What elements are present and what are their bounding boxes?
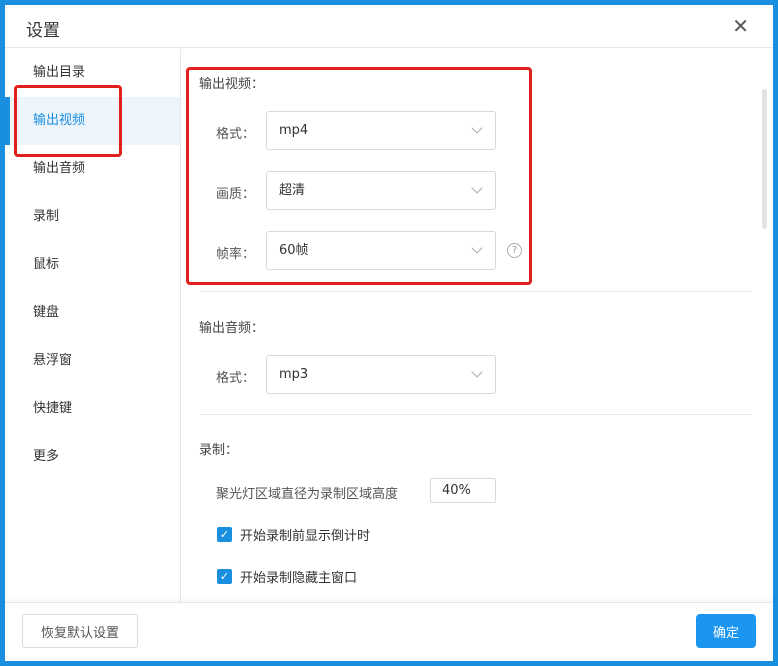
chevron-down-icon (471, 366, 483, 378)
sidebar-item-floating-window[interactable]: 悬浮窗 (5, 337, 180, 385)
reset-defaults-button[interactable]: 恢复默认设置 (22, 614, 138, 648)
sidebar-item-record[interactable]: 录制 (5, 193, 180, 241)
video-heading: 输出视频： (199, 77, 265, 92)
audio-format-select[interactable]: mp3 (266, 355, 496, 394)
scrollbar[interactable] (762, 89, 767, 229)
sidebar-item-output-dir[interactable]: 输出目录 (5, 49, 180, 97)
hide-window-checkbox[interactable]: ✓ (217, 569, 232, 584)
audio-heading: 输出音频： (199, 321, 265, 336)
video-fps-value: 60帧 (279, 243, 309, 258)
video-quality-value: 超清 (279, 183, 306, 198)
hide-window-label: 开始录制隐藏主窗口 (240, 571, 358, 586)
close-icon[interactable]: ✕ (732, 14, 749, 38)
countdown-checkbox[interactable]: ✓ (217, 527, 232, 542)
video-format-value: mp4 (279, 123, 309, 138)
dialog-title: 设置 (26, 21, 60, 41)
audio-format-label: 格式： (216, 371, 256, 386)
countdown-label: 开始录制前显示倒计时 (240, 529, 371, 544)
title-bar: 设置 ✕ (5, 5, 773, 48)
sidebar-item-output-audio[interactable]: 输出音频 (5, 145, 180, 193)
video-fps-select[interactable]: 60帧 (266, 231, 496, 270)
video-format-label: 格式： (216, 127, 256, 142)
sidebar: 输出目录 输出视频 输出音频 录制 鼠标 键盘 悬浮窗 快捷键 更多 (5, 49, 181, 602)
divider (200, 414, 752, 415)
help-icon[interactable]: ? (507, 243, 522, 258)
video-fps-label: 帧率： (216, 247, 256, 262)
chevron-down-icon (471, 242, 483, 254)
footer: 恢复默认设置 确定 (5, 602, 773, 661)
sidebar-item-more[interactable]: 更多 (5, 433, 180, 481)
video-format-select[interactable]: mp4 (266, 111, 496, 150)
settings-dialog: 设置 ✕ 输出目录 输出视频 输出音频 录制 鼠标 键盘 悬浮窗 快捷键 更多 … (5, 5, 773, 661)
sidebar-item-mouse[interactable]: 鼠标 (5, 241, 180, 289)
divider (200, 291, 752, 292)
spotlight-label: 聚光灯区域直径为录制区域高度 (216, 487, 399, 502)
audio-format-value: mp3 (279, 367, 309, 382)
video-quality-select[interactable]: 超清 (266, 171, 496, 210)
chevron-down-icon (471, 182, 483, 194)
ok-button[interactable]: 确定 (696, 614, 756, 648)
settings-content: 输出视频： 格式： mp4 画质： 超清 帧率： 60帧 ? 输出音频： 格式：… (182, 49, 773, 602)
record-heading: 录制： (199, 443, 239, 458)
sidebar-item-output-video[interactable]: 输出视频 (5, 97, 180, 145)
spotlight-input[interactable]: 40% (430, 478, 496, 503)
sidebar-item-shortcuts[interactable]: 快捷键 (5, 385, 180, 433)
sidebar-item-keyboard[interactable]: 键盘 (5, 289, 180, 337)
chevron-down-icon (471, 122, 483, 134)
video-quality-label: 画质： (216, 187, 256, 202)
